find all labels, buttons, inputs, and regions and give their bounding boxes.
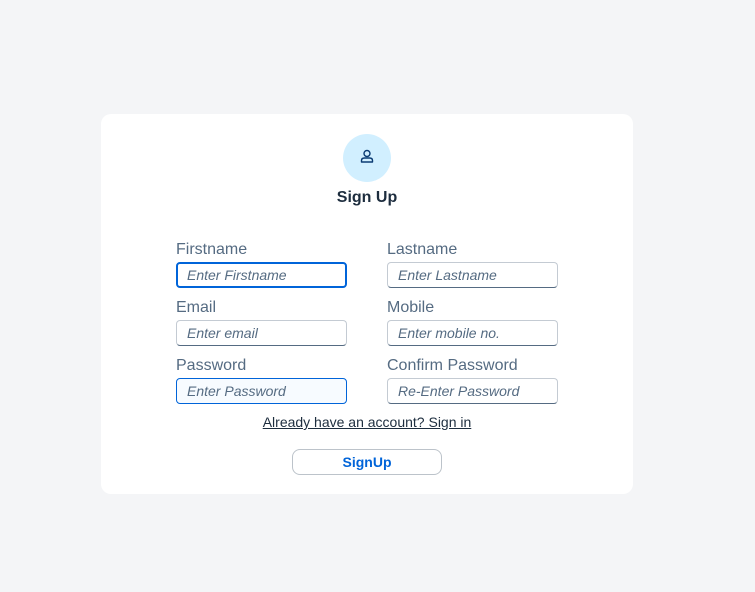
signin-link-row: Already have an account? Sign in [101, 414, 633, 430]
mobile-input[interactable] [387, 320, 558, 346]
confirm-password-label: Confirm Password [387, 357, 518, 374]
signup-card: Sign Up Firstname Lastname Email Mobile … [101, 114, 633, 494]
firstname-label: Firstname [176, 241, 248, 258]
page-title: Sign Up [336, 189, 398, 206]
password-input[interactable] [176, 378, 347, 404]
firstname-input[interactable] [176, 262, 347, 288]
lastname-field-group: Lastname [387, 241, 558, 288]
mobile-field-group: Mobile [387, 299, 558, 346]
signin-link[interactable]: Already have an account? Sign in [263, 414, 472, 430]
mobile-label: Mobile [387, 299, 435, 316]
confirm-password-input[interactable] [387, 378, 558, 404]
email-label: Email [176, 299, 217, 316]
firstname-field-group: Firstname [176, 241, 347, 288]
lastname-label: Lastname [387, 241, 458, 258]
password-label: Password [176, 357, 247, 374]
user-icon [360, 149, 374, 168]
confirm-password-field-group: Confirm Password [387, 357, 558, 404]
lastname-input[interactable] [387, 262, 558, 288]
signup-button[interactable]: SignUp [292, 449, 442, 475]
avatar [343, 134, 391, 182]
password-field-group: Password [176, 357, 347, 404]
email-field-group: Email [176, 299, 347, 346]
email-input[interactable] [176, 320, 347, 346]
